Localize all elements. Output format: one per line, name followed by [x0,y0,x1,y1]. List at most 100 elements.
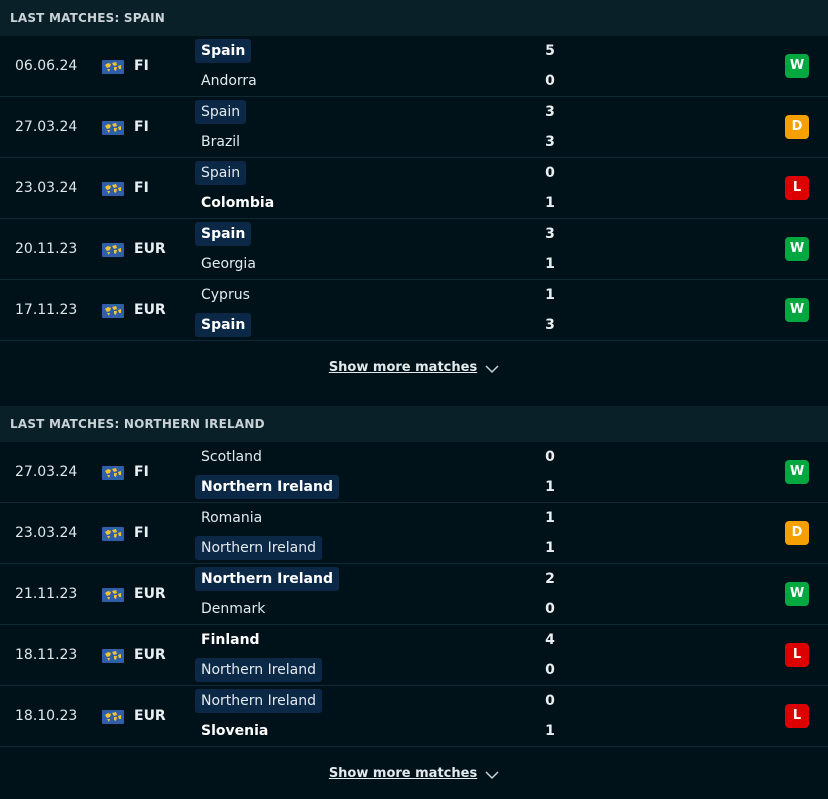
world-map-icon [102,587,124,602]
away-team-name: Brazil [201,134,241,150]
home-score: 0 [545,449,555,465]
result-badge: D [785,115,809,139]
match-date: 21.11.23 [15,586,78,602]
away-team-name: Northern Ireland [195,658,323,682]
away-score: 1 [545,723,555,739]
world-map-icon [102,526,124,541]
show-more-label: Show more matches [328,359,478,375]
result-badge: W [785,582,809,606]
section-title: LAST MATCHES: SPAIN [0,0,828,36]
show-more-label: Show more matches [328,765,478,781]
away-team-name: Colombia [201,195,275,211]
matches-page: LAST MATCHES: SPAIN 06.06.24 FI Spain 5 Andor… [0,0,828,799]
away-score: 1 [545,195,555,211]
match-date: 23.03.24 [15,525,78,541]
result-badge: L [785,643,809,667]
world-map-icon [102,465,124,480]
result-badge: W [785,237,809,261]
away-score: 1 [545,540,555,556]
match-row[interactable]: 18.11.23 EUR Finland 4 Northern Ireland 0 L [0,625,828,686]
competition-label: EUR [134,647,166,663]
match-date: 18.11.23 [15,647,78,663]
home-team-name: Spain [195,222,252,246]
home-team-name: Spain [195,100,247,124]
match-row[interactable]: 20.11.23 EUR Spain 3 Georgia 1 W [0,219,828,280]
away-score: 0 [545,73,555,89]
match-row[interactable]: 06.06.24 FI Spain 5 Andorra 0 W [0,36,828,97]
home-team-name: Cyprus [201,287,250,303]
away-team-name: Andorra [201,73,257,89]
home-team-name: Scotland [201,449,262,465]
home-score: 2 [545,571,555,587]
world-map-icon [102,709,124,724]
match-row[interactable]: 23.03.24 FI Romania 1 Northern Ireland 1 D [0,503,828,564]
away-score: 1 [545,256,555,272]
away-team-name: Northern Ireland [195,475,339,499]
world-map-icon [102,648,124,663]
competition-label: FI [134,58,149,74]
competition-label: EUR [134,302,166,318]
world-map-icon [102,120,124,135]
home-team-name: Spain [195,161,247,185]
home-team-name: Romania [201,510,263,526]
world-map-icon [102,59,124,74]
match-date: 20.11.23 [15,241,78,257]
competition-label: FI [134,525,149,541]
home-team-name: Northern Ireland [195,689,323,713]
away-team-name: Slovenia [201,723,269,739]
competition-label: FI [134,180,149,196]
section-title: LAST MATCHES: NORTHERN IRELAND [0,406,828,442]
result-badge: W [785,54,809,78]
away-team-name: Spain [195,313,252,337]
competition-label: EUR [134,708,166,724]
match-date: 23.03.24 [15,180,78,196]
show-more-button[interactable]: Show more matches [0,341,828,393]
home-score: 1 [545,510,555,526]
away-score: 3 [545,134,555,150]
match-date: 06.06.24 [15,58,78,74]
match-date: 27.03.24 [15,464,78,480]
match-row[interactable]: 21.11.23 EUR Northern Ireland 2 Denmark 0 W [0,564,828,625]
home-team-name: Finland [201,632,260,648]
away-team-name: Denmark [201,601,266,617]
home-score: 4 [545,632,555,648]
result-badge: L [785,176,809,200]
competition-label: FI [134,464,149,480]
match-date: 17.11.23 [15,302,78,318]
result-badge: L [785,704,809,728]
match-row[interactable]: 27.03.24 FI Scotland 0 Northern Ireland 1 W [0,442,828,503]
world-map-icon [102,242,124,257]
match-row[interactable]: 27.03.24 FI Spain 3 Brazil 3 D [0,97,828,158]
competition-label: EUR [134,586,166,602]
away-score: 0 [545,662,555,678]
match-date: 18.10.23 [15,708,78,724]
match-date: 27.03.24 [15,119,78,135]
home-score: 5 [545,43,555,59]
away-team-name: Northern Ireland [195,536,323,560]
show-more-button[interactable]: Show more matches [0,747,828,799]
result-badge: D [785,521,809,545]
away-score: 3 [545,317,555,333]
matches-section: LAST MATCHES: SPAIN 06.06.24 FI Spain 5 Andor… [0,0,828,393]
match-row[interactable]: 18.10.23 EUR Northern Ireland 0 Slovenia 1 L [0,686,828,747]
home-team-name: Spain [195,39,252,63]
away-score: 1 [545,479,555,495]
away-team-name: Georgia [201,256,256,272]
world-map-icon [102,181,124,196]
chevron-down-icon [485,769,499,779]
home-score: 3 [545,104,555,120]
result-badge: W [785,460,809,484]
match-row[interactable]: 23.03.24 FI Spain 0 Colombia 1 L [0,158,828,219]
home-team-name: Northern Ireland [195,567,339,591]
match-row[interactable]: 17.11.23 EUR Cyprus 1 Spain 3 W [0,280,828,341]
competition-label: EUR [134,241,166,257]
home-score: 0 [545,165,555,181]
home-score: 0 [545,693,555,709]
home-score: 3 [545,226,555,242]
away-score: 0 [545,601,555,617]
competition-label: FI [134,119,149,135]
home-score: 1 [545,287,555,303]
world-map-icon [102,303,124,318]
matches-section: LAST MATCHES: NORTHERN IRELAND 27.03.24 FI… [0,406,828,799]
